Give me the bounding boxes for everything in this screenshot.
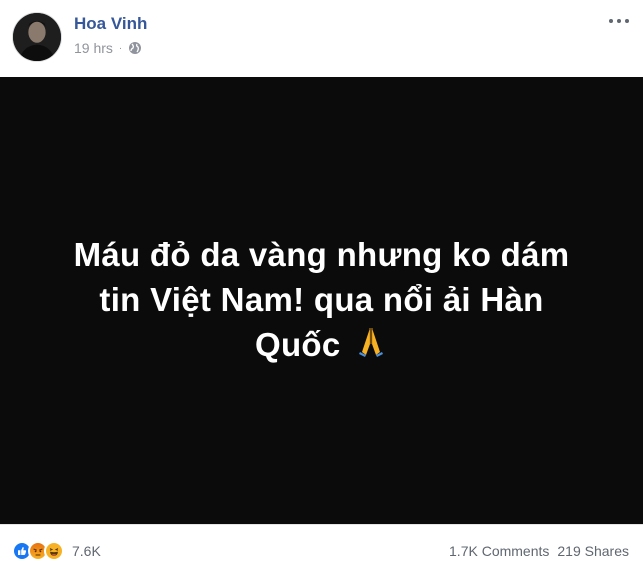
post-timestamp[interactable]: 19 hrs [74, 40, 113, 56]
dot-icon [617, 19, 621, 23]
haha-icon [44, 541, 64, 561]
post-header: Hoa Vinh 19 hrs · [0, 0, 643, 77]
post-text: Máu đỏ da vàng nhưng ko dám tin Việt Nam… [42, 232, 602, 370]
post-text-line: Máu đỏ da vàng nhưng ko dám [73, 235, 570, 273]
more-options-button[interactable] [609, 14, 629, 28]
reactions-summary[interactable]: 7.6K [12, 541, 101, 561]
globe-icon[interactable] [128, 41, 142, 55]
author-name[interactable]: Hoa Vinh [74, 14, 147, 34]
comments-count-link[interactable]: 1.7K Comments [449, 543, 549, 559]
avatar[interactable] [12, 12, 62, 62]
dot-icon [609, 19, 613, 23]
reaction-count: 7.6K [72, 543, 101, 559]
post-text-word: Quốc [254, 325, 341, 363]
dot-icon [625, 19, 629, 23]
post-image[interactable]: Máu đỏ da vàng nhưng ko dám tin Việt Nam… [0, 77, 643, 524]
post-stats: 1.7K Comments 219 Shares [449, 543, 629, 559]
meta-separator: · [118, 42, 123, 54]
folded-hands-emoji-icon [354, 324, 388, 369]
post-footer: 7.6K 1.7K Comments 219 Shares [0, 524, 643, 575]
post-text-line-last: Quốc [42, 322, 602, 370]
post-meta: 19 hrs · [74, 40, 142, 56]
shares-count-link[interactable]: 219 Shares [557, 543, 629, 559]
post-text-line: tin Việt Nam! qua nổi ải Hàn [99, 280, 544, 318]
